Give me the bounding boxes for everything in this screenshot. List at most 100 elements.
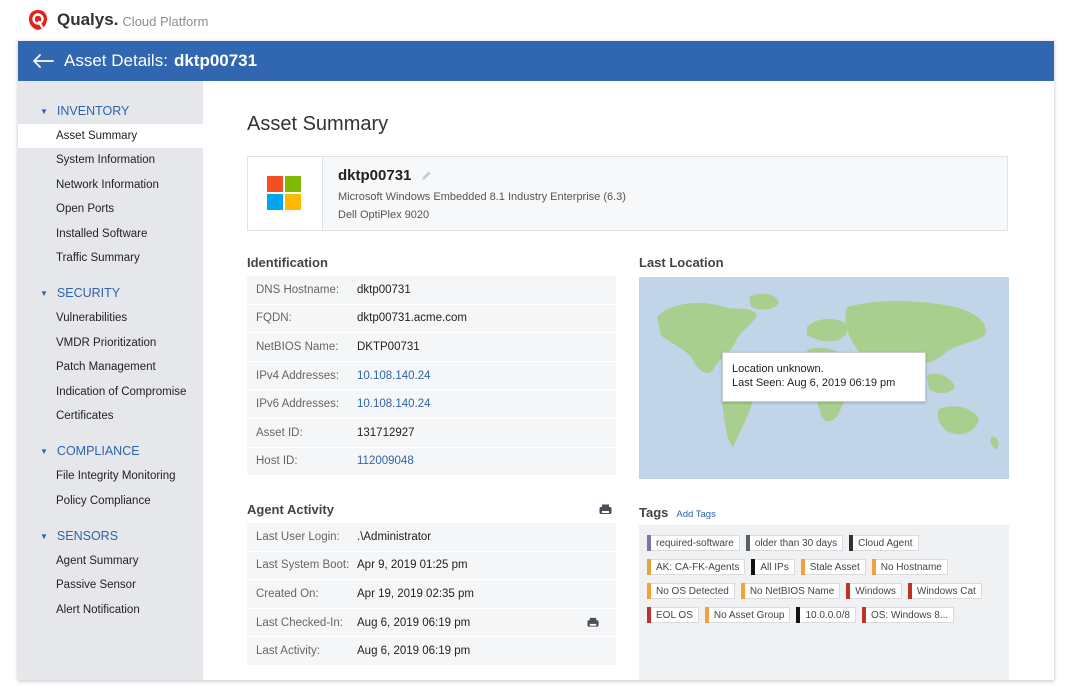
agent-activity-table: Last User Login: .\Administrator Last Syst… (247, 523, 616, 666)
windows-logo-icon (267, 176, 302, 211)
sidebar-list: Agent Summary Passive Sensor Alert Notific… (18, 549, 203, 622)
table-row: NetBIOS Name: DKTP00731 (247, 333, 616, 362)
table-row: Created On: Apr 19, 2019 02:35 pm (247, 580, 616, 609)
row-label: Asset ID: (256, 426, 303, 439)
edit-pencil-icon[interactable] (420, 170, 432, 182)
tag-label: Cloud Agent (858, 537, 913, 549)
row-label: IPv4 Addresses: (256, 369, 340, 382)
location-status: Location unknown. (732, 363, 824, 375)
sidebar-item-installed-software[interactable]: Installed Software (18, 222, 203, 246)
tag-row: AK: CA-FK-Agents All IPs Stale Asset No Hos… (647, 555, 1009, 579)
tag-no-netbios-name[interactable]: No NetBIOS Name (740, 583, 841, 599)
sidebar-section-inventory[interactable]: ▼ INVENTORY (18, 103, 203, 119)
sidebar-list: File Integrity Monitoring Policy Complian… (18, 464, 203, 513)
sidebar-item-policy-compliance[interactable]: Policy Compliance (18, 489, 203, 513)
row-value-link[interactable]: 112009048 (357, 455, 414, 467)
row-label: Host ID: (256, 455, 298, 468)
header-title: Asset Details: (64, 51, 168, 70)
sidebar-item-traffic-summary[interactable]: Traffic Summary (18, 246, 203, 270)
tag-label: No NetBIOS Name (749, 585, 835, 597)
print-icon[interactable] (599, 504, 612, 515)
tag-no-os-detected[interactable]: No OS Detected (647, 583, 735, 599)
tag-color-bar (740, 583, 745, 599)
tag-no-asset-group[interactable]: No Asset Group (704, 607, 791, 623)
table-row: Asset ID: 131712927 (247, 418, 616, 448)
tag-windows-cat[interactable]: Windows Cat (907, 583, 982, 599)
sidebar-list: Vulnerabilities VMDR Prioritization Patch … (18, 306, 203, 428)
tag-10-0-0-0-8[interactable]: 10.0.0.0/8 (796, 607, 856, 623)
tag-os-windows-8[interactable]: OS: Windows 8... (861, 607, 955, 623)
tag-label: Stale Asset (809, 561, 860, 573)
tag-color-bar (861, 607, 866, 623)
tag-cloud-agent[interactable]: Cloud Agent (849, 535, 919, 551)
table-row: Last Checked-In: Aug 6, 2019 06:19 pm (247, 608, 616, 638)
tag-eol-os[interactable]: EOL OS (647, 607, 699, 623)
table-row: Last User Login: .\Administrator (247, 523, 616, 552)
sidebar-item-certificates[interactable]: Certificates (18, 404, 203, 428)
sidebar-item-system-information[interactable]: System Information (18, 148, 203, 172)
identification-title: Identification (247, 255, 328, 270)
table-row: DNS Hostname: dktp00731 (247, 276, 616, 305)
sidebar-item-file-integrity-monitoring[interactable]: File Integrity Monitoring (18, 464, 203, 488)
agent-activity-title: Agent Activity (247, 502, 334, 517)
sidebar-section-compliance[interactable]: ▼ COMPLIANCE (18, 443, 203, 459)
row-value: Aug 6, 2019 06:19 pm (357, 645, 471, 658)
row-value: 131712927 (357, 426, 415, 439)
sidebar-item-alert-notification[interactable]: Alert Notification (18, 598, 203, 622)
sidebar-item-indication-of-compromise[interactable]: Indication of Compromise (18, 380, 203, 404)
row-value-link[interactable]: 10.108.140.24 (357, 398, 431, 410)
sidebar-item-passive-sensor[interactable]: Passive Sensor (18, 573, 203, 597)
tags-header: Tags Add Tags (639, 505, 716, 520)
last-location-title: Last Location (639, 255, 724, 270)
tag-older-than-30-days[interactable]: older than 30 days (745, 535, 844, 551)
tag-row: required-software older than 30 days Cloud… (647, 531, 1009, 555)
sidebar-item-network-information[interactable]: Network Information (18, 173, 203, 197)
tag-no-hostname[interactable]: No Hostname (871, 559, 948, 575)
row-label: Created On: (256, 587, 319, 600)
tag-color-bar (704, 607, 709, 623)
sidebar-list: Asset Summary System Information Network I… (18, 124, 203, 270)
tag-label: No Hostname (880, 561, 942, 573)
location-map[interactable]: Location unknown. Last Seen: Aug 6, 2019… (639, 277, 1009, 479)
tag-color-bar (849, 535, 854, 551)
row-label: NetBIOS Name: (256, 340, 339, 353)
tag-color-bar (647, 583, 651, 599)
tag-label: No OS Detected (656, 585, 729, 597)
table-row: FQDN: dktp00731.acme.com (247, 304, 616, 334)
sidebar-item-vmdr-prioritization[interactable]: VMDR Prioritization (18, 331, 203, 355)
table-row: Last System Boot: Apr 9, 2019 01:25 pm (247, 551, 616, 581)
print-icon[interactable] (587, 617, 599, 628)
tag-color-bar (800, 559, 805, 575)
sidebar-section-security[interactable]: ▼ SECURITY (18, 285, 203, 301)
sidebar-item-open-ports[interactable]: Open Ports (18, 197, 203, 221)
back-arrow-icon[interactable] (32, 53, 54, 69)
row-value-link[interactable]: 10.108.140.24 (357, 370, 431, 382)
sidebar-section-sensors[interactable]: ▼ SENSORS (18, 528, 203, 544)
tag-ak-ca-fk-agents[interactable]: AK: CA-FK-Agents (647, 559, 746, 575)
brand-subtitle: Cloud Platform (122, 14, 209, 29)
sidebar-item-vulnerabilities[interactable]: Vulnerabilities (18, 306, 203, 330)
tags-panel: required-software older than 30 days Cloud… (639, 525, 1009, 680)
tags-title: Tags (639, 505, 669, 520)
table-row: IPv6 Addresses: 10.108.140.24 (247, 390, 616, 419)
row-value: .\Administrator (357, 530, 432, 543)
tag-windows[interactable]: Windows (846, 583, 902, 599)
main-content: Asset Summary dktp00731 Microsoft Window… (203, 81, 1054, 680)
row-value: DKTP00731 (357, 340, 420, 353)
tag-color-bar (647, 607, 651, 623)
row-value: dktp00731 (357, 283, 411, 296)
tag-color-bar (745, 535, 750, 551)
add-tags-link[interactable]: Add Tags (676, 509, 715, 520)
tag-required-software[interactable]: required-software (647, 535, 740, 551)
tag-color-bar (647, 535, 651, 551)
tag-all-ips[interactable]: All IPs (751, 559, 795, 575)
sidebar-item-agent-summary[interactable]: Agent Summary (18, 549, 203, 573)
tag-stale-asset[interactable]: Stale Asset (800, 559, 866, 575)
sidebar-item-patch-management[interactable]: Patch Management (18, 355, 203, 379)
tag-label: No Asset Group (713, 609, 785, 621)
sidebar-item-asset-summary[interactable]: Asset Summary (18, 124, 203, 149)
row-label: IPv6 Addresses: (256, 398, 340, 411)
tag-label: Windows (855, 585, 896, 597)
os-logo-box (248, 157, 323, 230)
row-label: Last User Login: (256, 530, 340, 543)
